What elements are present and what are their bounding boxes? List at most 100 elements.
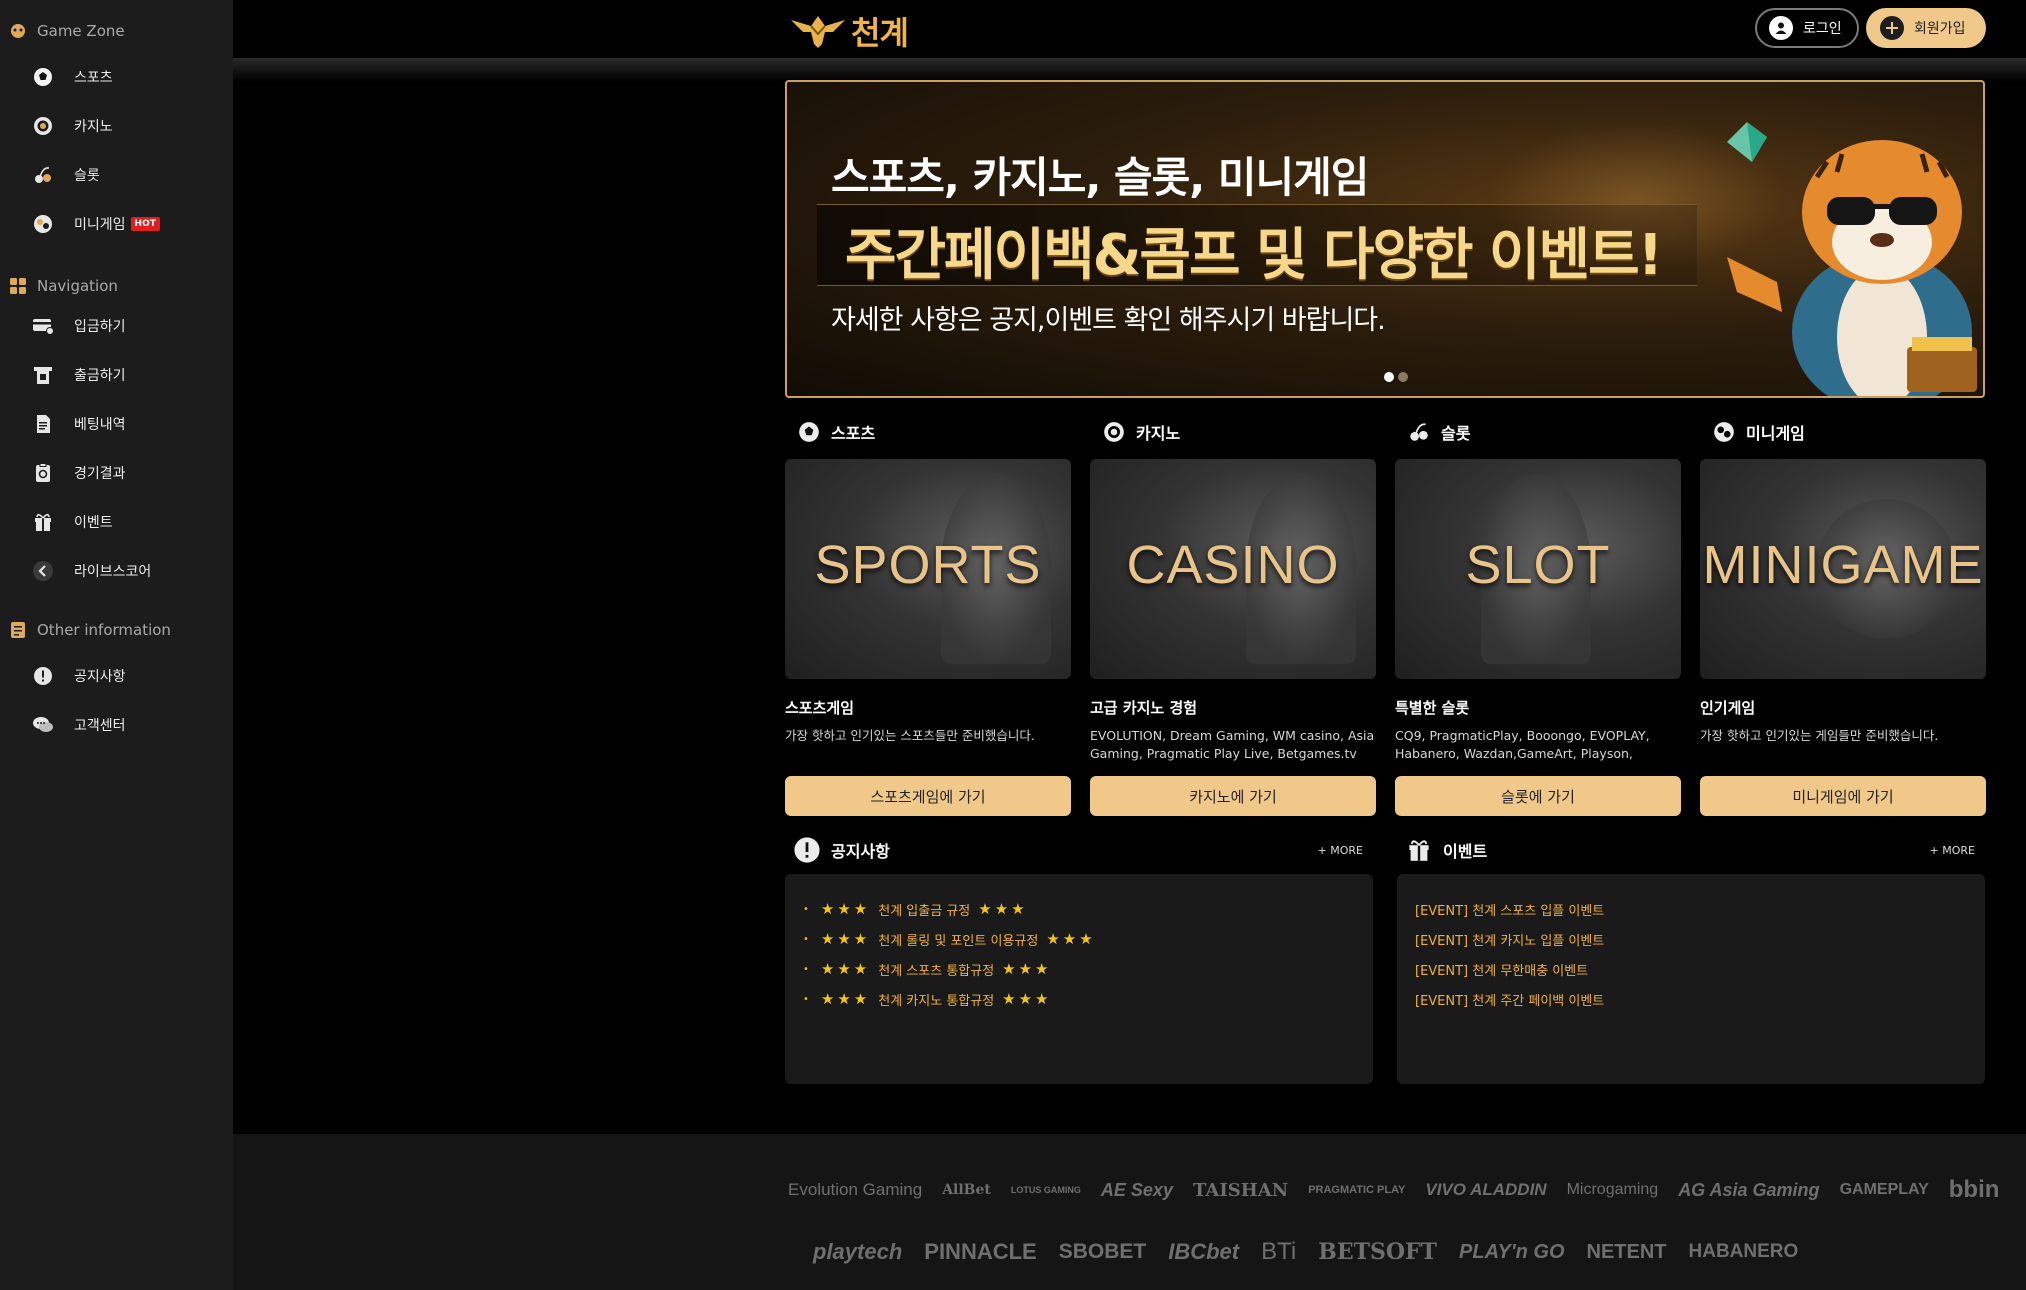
sidebar-item-support[interactable]: 고객센터 — [0, 700, 233, 749]
soccer-ball-icon — [797, 420, 821, 444]
signup-button[interactable]: 회원가입 — [1866, 8, 1986, 48]
provider-logo: PINNACLE — [924, 1239, 1037, 1264]
sidebar-item-event[interactable]: 이벤트 — [0, 497, 233, 546]
sidebar-item-label: 경기결과 — [74, 465, 126, 482]
category-image-word: SPORTS — [814, 535, 1042, 595]
sidebar-item-label: 슬롯 — [74, 167, 100, 184]
notice-item-text: 천계 스포츠 통합규정 — [878, 963, 995, 979]
sidebar-item-livescore[interactable]: 라이브스코어 — [0, 546, 233, 595]
category-header-label: 스포츠 — [831, 424, 876, 443]
stars-icon: ★★★ — [1002, 960, 1052, 978]
category-header: 슬롯 — [1395, 418, 1681, 446]
event-item[interactable]: [EVENT] 천계 카지노 입플 이벤트 — [1415, 924, 1967, 954]
category-card-casino: 카지노 CASINO 고급 카지노 경험 EVOLUTION, Dream Ga… — [1090, 418, 1376, 816]
notice-item-text: 천계 롤링 및 포인트 이용규정 — [878, 933, 1039, 949]
notice-title: 공지사항 — [831, 842, 890, 861]
casino-chip-icon — [1102, 420, 1126, 444]
sidebar-item-withdraw[interactable]: 출금하기 — [0, 350, 233, 399]
sidebar-item-label: 이벤트 — [74, 514, 113, 531]
notice-item-text: 천계 카지노 통합규정 — [878, 993, 995, 1009]
sidebar-item-notice[interactable]: 공지사항 — [0, 651, 233, 700]
promo-banner[interactable]: 스포츠, 카지노, 슬롯, 미니게임 주간페이백&콤프 및 다양한 이벤트! 자… — [785, 80, 1985, 398]
info-document-icon — [9, 621, 27, 639]
category-image-slot[interactable]: SLOT — [1395, 459, 1681, 679]
sidebar-section-title: Navigation — [37, 277, 118, 295]
event-item[interactable]: [EVENT] 천계 무한매충 이벤트 — [1415, 954, 1967, 984]
stars-icon: ★★★ — [820, 990, 871, 1008]
site-logo[interactable]: 천계 — [789, 8, 909, 54]
bullet: • — [803, 903, 809, 915]
stars-icon: ★★★ — [1002, 990, 1052, 1008]
go-slot-button[interactable]: 슬롯에 가기 — [1395, 776, 1681, 816]
category-image-sports[interactable]: SPORTS — [785, 459, 1071, 679]
sidebar-section-other: Other information — [0, 615, 171, 645]
category-image-casino[interactable]: CASINO — [1090, 459, 1376, 679]
gift-icon — [30, 509, 56, 535]
go-minigame-button[interactable]: 미니게임에 가기 — [1700, 776, 1986, 816]
category-description: CQ9, PragmaticPlay, Booongo, EVOPLAY, Ha… — [1395, 728, 1650, 761]
event-item[interactable]: [EVENT] 천계 스포츠 입플 이벤트 — [1415, 894, 1967, 924]
provider-row: playtech PINNACLE SBOBET IBCbet BTi BETS… — [813, 1238, 1798, 1266]
plus-icon — [1880, 16, 1904, 40]
provider-footer: Evolution Gaming AllBet LOTUS GAMING AE … — [233, 1134, 2026, 1290]
stars-icon: ★★★ — [820, 900, 871, 918]
provider-logo: HABANERO — [1688, 1241, 1799, 1262]
go-sports-button[interactable]: 스포츠게임에 가기 — [785, 776, 1071, 816]
stars-icon: ★★★ — [820, 930, 871, 948]
notice-item[interactable]: • ★★★ 천계 스포츠 통합규정 ★★★ — [803, 954, 1355, 984]
gamepad-icon — [9, 22, 27, 40]
banner-headline: 스포츠, 카지노, 슬롯, 미니게임 — [831, 153, 1369, 202]
category-header-label: 미니게임 — [1746, 424, 1805, 443]
notice-item-text: 천계 입출금 규정 — [878, 903, 971, 919]
notice-list: • ★★★ 천계 입출금 규정 ★★★ • ★★★ 천계 롤링 및 포인트 이용… — [785, 874, 1373, 1084]
event-more-link[interactable]: + MORE — [1930, 844, 1975, 857]
chat-bubbles-icon — [30, 712, 56, 738]
sidebar-item-label: 출금하기 — [74, 367, 126, 384]
sidebar-item-slot[interactable]: 슬롯 — [0, 150, 233, 199]
sidebar-item-deposit[interactable]: 입금하기 — [0, 301, 233, 350]
carousel-dots — [1384, 372, 1408, 382]
provider-logo: Evolution Gaming — [788, 1180, 923, 1199]
notice-item[interactable]: • ★★★ 천계 롤링 및 포인트 이용규정 ★★★ — [803, 924, 1355, 954]
gift-icon — [1405, 836, 1433, 864]
category-header-label: 카지노 — [1136, 424, 1181, 443]
banner-promo-text: 주간페이백&콤프 및 다양한 이벤트! — [845, 223, 1663, 288]
deposit-card-icon — [30, 313, 56, 339]
provider-logo: BETSOFT — [1318, 1239, 1438, 1265]
sidebar-item-results[interactable]: 경기결과 — [0, 448, 233, 497]
login-button[interactable]: 로그인 — [1755, 8, 1859, 48]
login-label: 로그인 — [1803, 21, 1842, 37]
provider-logo: NETENT — [1586, 1240, 1667, 1263]
provider-logo: PRAGMATIC PLAY — [1308, 1184, 1406, 1196]
go-casino-button[interactable]: 카지노에 가기 — [1090, 776, 1376, 816]
provider-logo: playtech — [813, 1239, 903, 1264]
category-description: 가장 핫하고 인기있는 게임들만 준비했습니다. — [1700, 728, 1939, 743]
carousel-dot[interactable] — [1384, 372, 1394, 382]
event-item[interactable]: [EVENT] 천계 주간 페이백 이벤트 — [1415, 984, 1967, 1014]
sidebar-item-bet-history[interactable]: 베팅내역 — [0, 399, 233, 448]
sidebar-section-title: Game Zone — [37, 22, 125, 40]
carousel-dot[interactable] — [1398, 372, 1408, 382]
sidebar-section-navigation: Navigation — [0, 271, 118, 301]
notice-more-link[interactable]: + MORE — [1318, 844, 1363, 857]
sidebar-item-minigame[interactable]: 미니게임 HOT — [0, 199, 233, 248]
sidebar-item-sports[interactable]: 스포츠 — [0, 52, 233, 101]
category-image-minigame[interactable]: MINIGAME — [1700, 459, 1986, 679]
category-header: 스포츠 — [785, 418, 1071, 446]
event-header: 이벤트 + MORE — [1397, 834, 1985, 866]
event-board: 이벤트 + MORE [EVENT] 천계 스포츠 입플 이벤트 [EVENT]… — [1397, 834, 1985, 1084]
category-card-slot: 슬롯 SLOT 특별한 슬롯 CQ9, PragmaticPlay, Booon… — [1395, 418, 1681, 816]
bullet: • — [803, 933, 809, 945]
stars-icon: ★★★ — [820, 960, 871, 978]
category-title: 스포츠게임 — [785, 699, 855, 717]
exclamation-circle-icon — [793, 836, 821, 864]
provider-logo: IBCbet — [1168, 1239, 1240, 1264]
sidebar-item-casino[interactable]: 카지노 — [0, 101, 233, 150]
notice-item[interactable]: • ★★★ 천계 카지노 통합규정 ★★★ — [803, 984, 1355, 1014]
sidebar-item-label: 미니게임 — [74, 216, 126, 233]
category-image-word: MINIGAME — [1702, 535, 1984, 595]
notice-item[interactable]: • ★★★ 천계 입출금 규정 ★★★ — [803, 894, 1355, 924]
category-header: 카지노 — [1090, 418, 1376, 446]
provider-logo: BTi — [1261, 1238, 1297, 1265]
sidebar-section-game-zone: Game Zone — [0, 16, 125, 46]
